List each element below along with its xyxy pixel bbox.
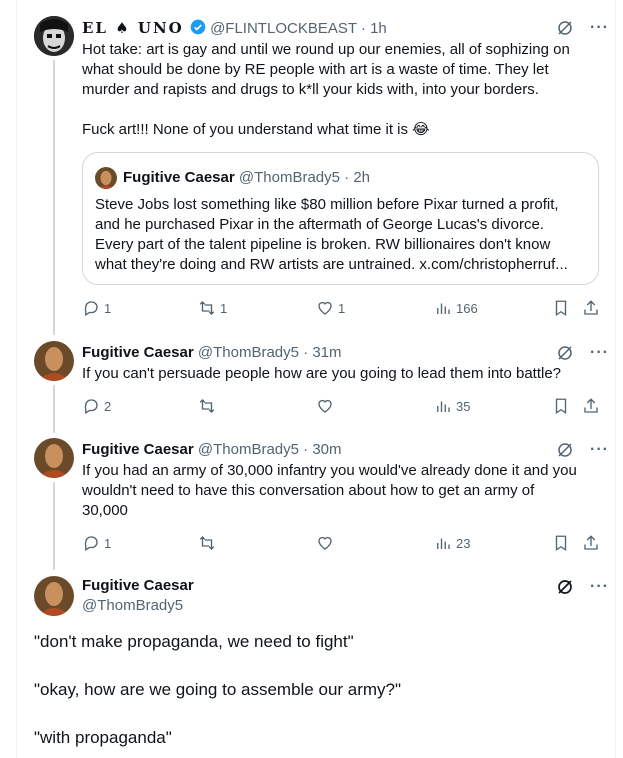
like-button[interactable] [316, 534, 338, 552]
tweet-text-line: 30,000 [82, 502, 128, 519]
bookmark-button[interactable] [552, 299, 570, 317]
grok-icon[interactable] [556, 344, 574, 362]
timestamp[interactable]: · 1h [361, 20, 387, 37]
quote-text-line: Steve Jobs lost something like $80 milli… [95, 196, 559, 213]
display-name[interactable]: Fugitive Caesar [82, 344, 194, 361]
tweet-text-line: Fuck art!!! None of you understand what … [82, 121, 430, 138]
bookmark-icon [555, 535, 567, 552]
grok-icon[interactable] [556, 19, 574, 37]
quote-text-line: what they're doing and RW artists are un… [95, 256, 568, 273]
tweet-text-line [82, 100, 602, 120]
more-icon[interactable]: ··· [590, 578, 609, 596]
heart-icon [318, 536, 332, 550]
verified-badge-icon [190, 19, 206, 35]
avatar[interactable] [34, 16, 74, 56]
reply-icon [84, 536, 98, 551]
like-button[interactable]: 1 [316, 299, 345, 317]
tweet-text-line: wouldn't need to have this conversation … [82, 482, 535, 499]
timestamp[interactable]: · 30m [303, 441, 341, 458]
display-name[interactable]: Fugitive Caesar [82, 576, 194, 596]
reply-count: 2 [104, 398, 112, 414]
bookmark-icon [555, 300, 567, 317]
heart-icon [318, 301, 332, 315]
bookmark-icon [555, 398, 567, 415]
avatar[interactable] [34, 341, 74, 381]
tweet-text-line: what should be done by RE people with ar… [82, 61, 549, 78]
display-name[interactable]: Fugitive Caesar [82, 441, 194, 458]
views-icon [437, 538, 450, 549]
views-icon [437, 401, 450, 412]
views-count: 23 [456, 535, 471, 551]
views-count: 166 [456, 300, 478, 316]
tweet-text-line: If you had an army of 30,000 infantry yo… [82, 462, 577, 479]
share-icon [584, 535, 598, 550]
thread-line [53, 60, 55, 335]
tweet-text-line: murder and rapists and drugs to k*ll you… [82, 81, 539, 98]
reply-button[interactable]: 1 [82, 299, 111, 317]
grok-icon[interactable] [556, 441, 574, 459]
retweet-button[interactable] [198, 534, 220, 552]
tweet-paragraph: "don't make propaganda, we need to fight… [34, 632, 354, 651]
grok-icon[interactable] [556, 578, 574, 596]
action-bar: 1 1 1 166 [82, 299, 602, 319]
tweet-text-line: Hot take: art is gay and until we round … [82, 41, 570, 58]
quote-text-line: and he purchased Pixar in the aftermath … [95, 216, 544, 233]
thread-line [53, 482, 55, 570]
reply-count: 1 [104, 300, 112, 316]
views-button[interactable]: 166 [434, 299, 478, 317]
avatar-image [34, 341, 74, 381]
retweet-button[interactable]: 1 [198, 299, 227, 317]
views-icon [437, 303, 450, 314]
quote-display-name: Fugitive Caesar [123, 169, 235, 186]
thread-line [53, 385, 55, 433]
retweet-icon [199, 536, 215, 550]
share-button[interactable] [582, 397, 600, 415]
reply-icon [84, 301, 98, 316]
tweet-paragraph: "with propaganda" [34, 728, 172, 747]
action-bar: 2 35 [82, 397, 602, 417]
retweet-button[interactable] [198, 397, 220, 415]
avatar-image [34, 576, 74, 616]
heart-icon [318, 399, 332, 413]
avatar-image [34, 438, 74, 478]
retweet-icon [199, 301, 215, 315]
reply-icon [84, 399, 98, 414]
action-bar: 1 23 [82, 534, 602, 554]
bookmark-button[interactable] [552, 397, 570, 415]
handle[interactable]: @ThomBrady5 [82, 596, 194, 616]
more-icon[interactable]: ··· [590, 19, 609, 37]
views-button[interactable]: 23 [434, 534, 470, 552]
reply-button[interactable]: 2 [82, 397, 111, 415]
views-count: 35 [456, 398, 471, 414]
share-icon [584, 300, 598, 315]
quote-handle: @ThomBrady5 [238, 169, 340, 186]
avatar[interactable] [34, 438, 74, 478]
handle[interactable]: @ThomBrady5 [198, 344, 299, 361]
handle[interactable]: @ThomBrady5 [198, 441, 299, 458]
timestamp[interactable]: · 31m [303, 344, 341, 361]
views-button[interactable]: 35 [434, 397, 470, 415]
share-button[interactable] [582, 534, 600, 552]
more-icon[interactable]: ··· [590, 344, 609, 362]
tweet-paragraph: "okay, how are we going to assemble our … [34, 680, 402, 699]
display-name[interactable]: EL ♠ UNO [82, 19, 184, 37]
quote-avatar [95, 167, 117, 189]
more-icon[interactable]: ··· [590, 441, 609, 459]
retweet-count: 1 [220, 300, 228, 316]
retweet-icon [199, 399, 215, 413]
reply-count: 1 [104, 535, 112, 551]
bookmark-button[interactable] [552, 534, 570, 552]
reply-button[interactable]: 1 [82, 534, 111, 552]
avatar[interactable] [34, 576, 74, 616]
like-button[interactable] [316, 397, 338, 415]
handle[interactable]: @FLINTLOCKBEAST [210, 20, 357, 37]
quote-timestamp: · 2h [344, 169, 371, 186]
tweet-text-line: If you can't persuade people how are you… [82, 365, 562, 382]
quoted-tweet[interactable]: Fugitive Caesar @ThomBrady5 · 2h Steve J… [82, 152, 599, 285]
like-count: 1 [338, 300, 346, 316]
share-icon [584, 398, 598, 413]
avatar-image [34, 16, 74, 56]
share-button[interactable] [582, 299, 600, 317]
quote-text-line: Every part of the talent pipeline is bro… [95, 236, 551, 253]
